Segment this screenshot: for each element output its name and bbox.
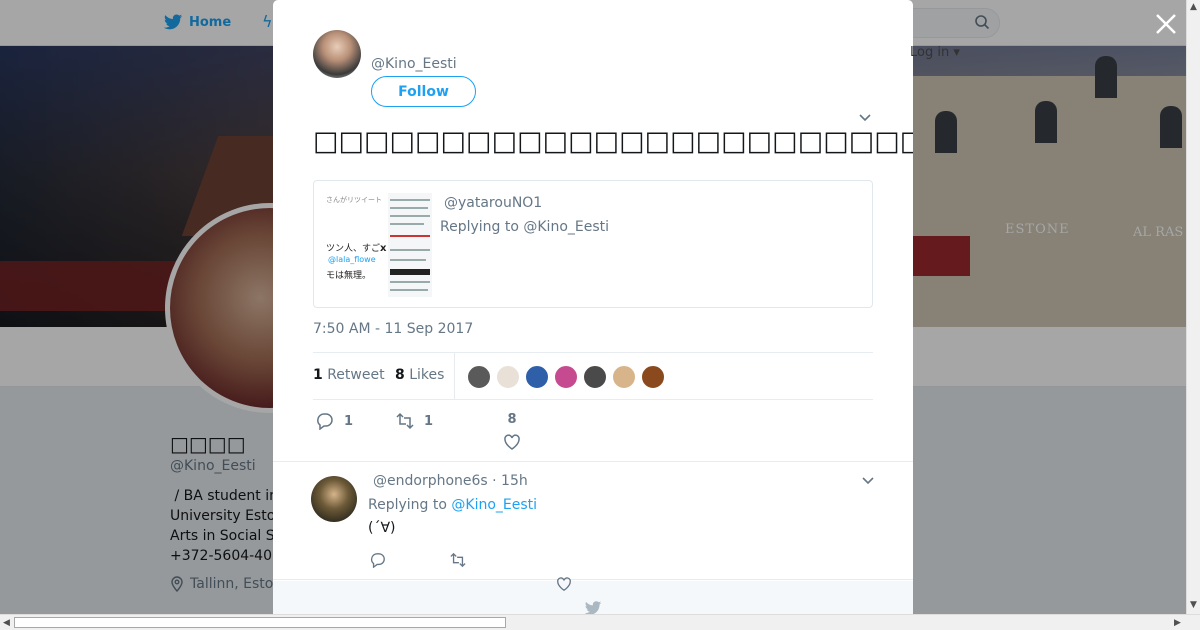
retweet-stat[interactable]: 1 Retweet (313, 367, 385, 383)
follow-button[interactable]: Follow (371, 76, 476, 107)
author-handle[interactable]: @Kino_Eesti (371, 56, 457, 72)
retweet-button[interactable]: 1 (396, 412, 433, 430)
tweet-text: □□□□□□□□□□□□□□□□□□□□□□□□□□□□□□□□□□□□□□□□… (313, 126, 913, 157)
replying-to-link[interactable]: @Kino_Eesti (451, 497, 537, 513)
vertical-scrollbar[interactable]: ▲ ▼ (1186, 0, 1200, 614)
thumb-line (390, 199, 430, 201)
scroll-down-arrow[interactable]: ▼ (1190, 600, 1197, 610)
thumb-caption: モは無理。 (326, 271, 372, 281)
thumb-line (390, 259, 426, 261)
liker-avatar[interactable] (525, 365, 549, 389)
reply-tweet[interactable]: @endorphone6s · 15h Replying to @Kino_Ee… (273, 462, 913, 580)
author-avatar[interactable] (313, 30, 361, 78)
reply-avatar[interactable] (311, 476, 357, 522)
login-dropdown[interactable]: Log in ▾ (910, 45, 960, 60)
stats-divider (454, 353, 455, 399)
liker-avatar[interactable] (641, 365, 665, 389)
liker-avatar[interactable] (467, 365, 491, 389)
thumb-caption: x (380, 243, 387, 254)
chevron-down-icon[interactable] (859, 114, 871, 122)
liker-avatar[interactable] (612, 365, 636, 389)
reply-text: (´∀) (368, 520, 396, 536)
quoted-tweet-image: さんがリツイート ツン人、すご @lala_flowe モは無理。 x (324, 193, 432, 297)
heart-icon[interactable] (556, 576, 572, 592)
tweet-actions: 1 1 8 (313, 408, 873, 451)
thumb-line (390, 269, 430, 275)
twitter-bird-icon (584, 601, 602, 614)
tweet-timestamp[interactable]: 7:50 AM - 11 Sep 2017 (313, 321, 473, 337)
liker-avatar[interactable] (583, 365, 607, 389)
scroll-right-arrow[interactable]: ▶ (1174, 618, 1181, 628)
thumb-line (390, 223, 424, 225)
thumb-line (390, 249, 430, 251)
like-action-count: 8 (507, 412, 517, 427)
thumb-caption: さんがリツイート (326, 196, 382, 204)
retweet-count: 1 (313, 367, 323, 383)
reply-icon[interactable] (370, 552, 386, 568)
horizontal-scroll-thumb[interactable] (14, 617, 506, 628)
thumb-caption: ツン人、すご (326, 244, 381, 254)
tweet-stats: 1 Retweet 8 Likes (313, 352, 873, 400)
thumb-caption: @lala_flowe (328, 255, 376, 264)
thumb-line (390, 215, 430, 217)
scroll-left-arrow[interactable]: ◀ (3, 618, 10, 628)
thumb-line (390, 281, 430, 283)
close-icon[interactable] (1154, 12, 1178, 36)
likes-count: 8 (395, 367, 405, 383)
like-button[interactable]: 8 (503, 412, 521, 451)
quoted-tweet[interactable]: さんがリツイート ツン人、すご @lala_flowe モは無理。 x @yat… (313, 180, 873, 308)
heart-icon (504, 434, 520, 450)
reply-icon (317, 413, 333, 430)
retweet-icon[interactable] (450, 552, 466, 568)
reply-count: 1 (344, 413, 354, 429)
retweet-icon (396, 412, 414, 430)
replying-prefix: Replying to (368, 497, 452, 513)
replies-section: @endorphone6s · 15h Replying to @Kino_Ee… (273, 461, 913, 614)
horizontal-scrollbar[interactable]: ◀ ▶ (0, 614, 1200, 630)
retweet-label: Retweet (327, 367, 385, 383)
reply-replying-to: Replying to @Kino_Eesti (368, 497, 537, 513)
thumb-line (390, 289, 428, 291)
thumb-line (390, 207, 428, 209)
liker-avatar[interactable] (554, 365, 578, 389)
retweet-action-count: 1 (424, 413, 434, 429)
likes-label: Likes (409, 367, 445, 383)
reply-header[interactable]: @endorphone6s · 15h (373, 473, 528, 489)
tweet-modal: @Kino_Eesti Follow □□□□□□□□□□□□□□□□□□□□□… (273, 0, 913, 614)
scroll-up-arrow[interactable]: ▲ (1190, 2, 1197, 12)
quoted-tweet-replying-to: Replying to @Kino_Eesti (440, 219, 610, 235)
liker-avatar[interactable] (496, 365, 520, 389)
thumb-line (390, 235, 430, 237)
likes-stat[interactable]: 8 Likes (395, 367, 444, 383)
chevron-down-icon[interactable] (862, 477, 874, 485)
quoted-tweet-handle[interactable]: @yatarouNO1 (444, 195, 542, 211)
reply-button[interactable]: 1 (316, 412, 353, 430)
